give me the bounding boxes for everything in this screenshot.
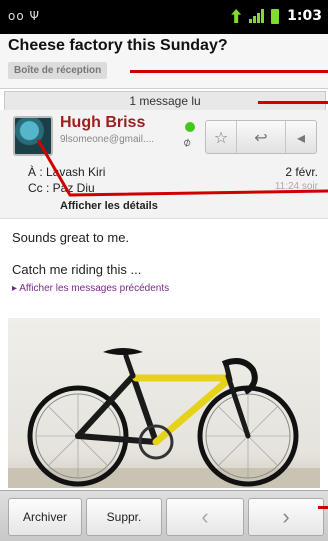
star-button[interactable]: ☆ — [206, 121, 237, 153]
chevron-left-icon: ◂ — [296, 127, 306, 147]
callout-line-read-bar — [258, 101, 328, 104]
signal-icon — [249, 9, 265, 23]
sender-avatar[interactable] — [13, 116, 53, 156]
next-message-button[interactable]: › — [248, 498, 324, 536]
sender-email: 9lsomeone@gmail.... — [60, 134, 155, 145]
message-actions: ☆ ↩ ◂ — [205, 120, 317, 154]
recipient-cc: Cc : Paz Diu — [28, 181, 95, 195]
callout-line-next — [318, 506, 328, 509]
attached-photo-bicycle[interactable] — [8, 318, 320, 488]
show-previous-messages-link[interactable]: ▸ Afficher les messages précédents — [12, 283, 169, 294]
bicycle-illustration — [8, 348, 320, 488]
archive-button[interactable]: Archiver — [8, 498, 82, 536]
conversation-subject: Cheese factory this Sunday? — [8, 37, 228, 54]
online-status-icon — [185, 122, 195, 132]
status-left-icons: oo Ψ — [8, 9, 40, 23]
sync-icon — [231, 9, 242, 23]
star-icon: ☆ — [213, 127, 229, 147]
delete-button[interactable]: Suppr. — [86, 498, 162, 536]
message-header[interactable]: Hugh Briss 9lsomeone@gmail.... ⌀ ☆ ↩ ◂ À… — [0, 110, 328, 219]
more-options-button[interactable]: ◂ — [286, 121, 316, 153]
sender-name: Hugh Briss — [60, 114, 146, 131]
message-body-line: Sounds great to me. — [12, 230, 130, 245]
callout-line-label — [130, 70, 328, 73]
recipient-to: À : Lavash Kiri — [28, 165, 106, 179]
previous-message-button[interactable]: ‹ — [166, 498, 244, 536]
message-body-line: Catch me riding this ... — [12, 262, 142, 277]
chevron-left-icon: ‹ — [201, 504, 209, 529]
message-time: 11:24 soir — [274, 181, 318, 192]
reply-button[interactable]: ↩ — [237, 121, 286, 153]
label-chip-inbox[interactable]: Boîte de réception — [8, 62, 108, 79]
chevron-right-icon: › — [282, 504, 290, 529]
status-bar: oo Ψ 1:03 — [0, 0, 328, 34]
conversation-header: Cheese factory this Sunday? Boîte de réc… — [0, 34, 328, 89]
clock: 1:03 — [287, 8, 322, 24]
bottom-action-bar: Archiver Suppr. ‹ › — [0, 490, 328, 541]
show-details-link[interactable]: Afficher les détails — [60, 200, 158, 212]
reply-icon: ↩ — [254, 127, 268, 147]
battery-icon — [271, 8, 280, 24]
message-date: 2 févr. — [285, 165, 318, 179]
attachment-icon: ⌀ — [179, 134, 194, 150]
